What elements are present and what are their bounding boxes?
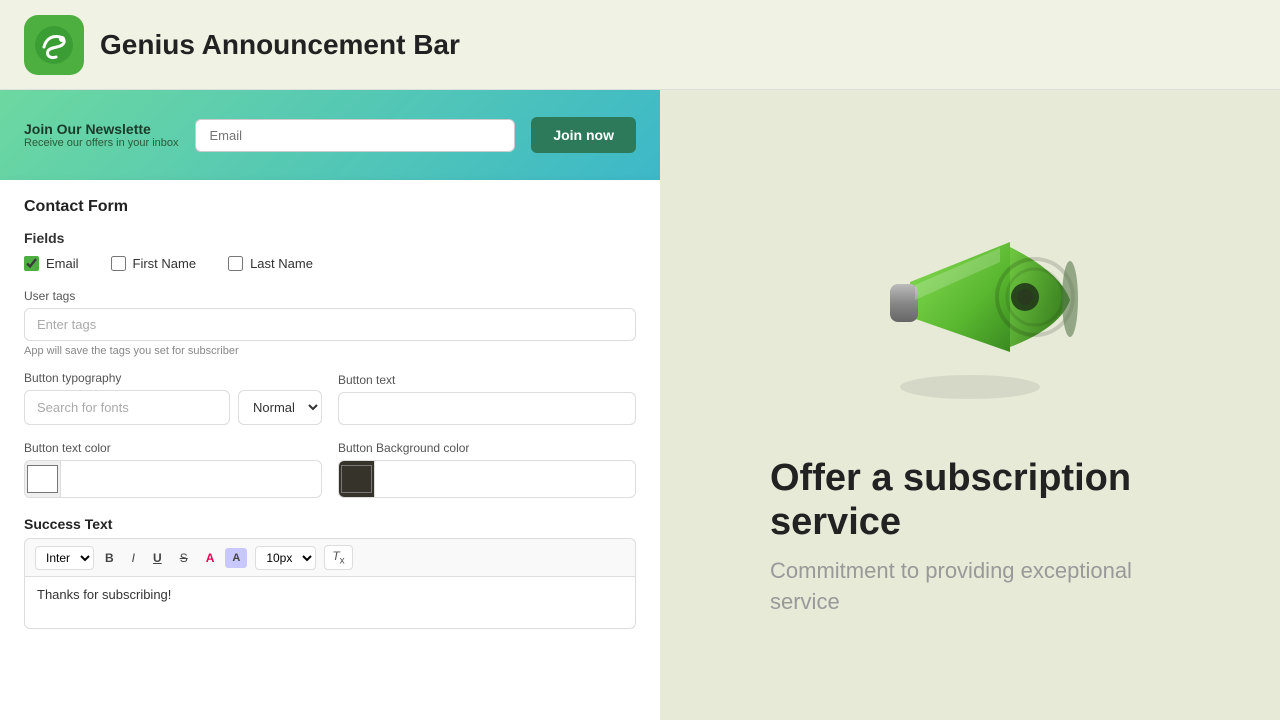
user-tags-hint: App will save the tags you set for subsc… — [24, 345, 636, 357]
typography-row: Button typography Normal Bold Light Butt… — [24, 371, 636, 425]
megaphone-container — [860, 192, 1080, 417]
text-color-input[interactable]: #fff — [61, 464, 321, 495]
announcement-text-block: Join Our Newslette Receive our offers in… — [24, 121, 179, 149]
checkbox-firstname[interactable]: First Name — [111, 256, 197, 271]
left-panel: Join Our Newslette Receive our offers in… — [0, 90, 660, 720]
font-color-button[interactable]: A — [199, 547, 222, 569]
checkbox-email[interactable]: Email — [24, 256, 79, 271]
font-search-input[interactable] — [24, 390, 230, 425]
checkbox-lastname[interactable]: Last Name — [228, 256, 313, 271]
user-tags-group: User tags App will save the tags you set… — [24, 289, 636, 357]
logo-icon — [34, 25, 74, 65]
checkboxes-row: Email First Name Last Name — [24, 256, 636, 271]
user-tags-label: User tags — [24, 289, 636, 303]
firstname-checkbox-label: First Name — [133, 256, 197, 271]
form-panel: Contact Form Fields Email First Name Las… — [0, 180, 660, 720]
text-color-wrapper: #fff — [24, 460, 322, 498]
bg-color-swatch[interactable] — [339, 461, 375, 497]
join-now-button[interactable]: Join now — [531, 117, 636, 153]
italic-button[interactable]: I — [125, 547, 142, 569]
promo-subtext: Commitment to providing exceptional serv… — [770, 556, 1170, 618]
right-panel: Offer a subscription service Commitment … — [660, 90, 1280, 720]
user-tags-input[interactable] — [24, 308, 636, 341]
button-text-color-label: Button text color — [24, 441, 322, 455]
font-weight-select[interactable]: Normal Bold Light — [238, 390, 322, 425]
bold-button[interactable]: B — [98, 547, 121, 569]
bg-color-input[interactable]: #36332b — [375, 464, 635, 495]
button-typography-group: Button typography Normal Bold Light — [24, 371, 322, 425]
success-toolbar: Inter B I U S A A 10px 12px 14px Tx — [24, 538, 636, 577]
fields-label: Fields — [24, 230, 636, 246]
button-typography-label: Button typography — [24, 371, 322, 385]
strikethrough-button[interactable]: S — [173, 547, 195, 569]
typography-inputs: Normal Bold Light — [24, 390, 322, 425]
success-text-label: Success Text — [24, 516, 636, 532]
button-text-input[interactable]: Subscriber — [338, 392, 636, 425]
lastname-checkbox-label: Last Name — [250, 256, 313, 271]
promo-text-block: Offer a subscription service Commitment … — [770, 457, 1170, 618]
button-text-label: Button text — [338, 373, 636, 387]
color-row: Button text color #fff Button Background… — [24, 441, 636, 498]
clear-format-button[interactable]: Tx — [324, 545, 352, 570]
font-family-select[interactable]: Inter — [35, 546, 94, 570]
firstname-checkbox[interactable] — [111, 256, 126, 271]
announcement-subtitle: Receive our offers in your inbox — [24, 137, 179, 149]
underline-button[interactable]: U — [146, 547, 169, 569]
app-title: Genius Announcement Bar — [100, 29, 460, 61]
font-size-select[interactable]: 10px 12px 14px — [255, 546, 316, 570]
app-logo — [24, 15, 84, 75]
announcement-title: Join Our Newslette — [24, 121, 179, 137]
button-bg-color-group: Button Background color #36332b — [338, 441, 636, 498]
main-content: Join Our Newslette Receive our offers in… — [0, 90, 1280, 720]
success-text-textarea[interactable]: Thanks for subscribing! — [24, 577, 636, 629]
text-color-swatch[interactable] — [25, 461, 61, 497]
font-highlight-button[interactable]: A — [225, 548, 247, 568]
email-input-preview[interactable] — [195, 119, 516, 152]
form-section-title: Contact Form — [24, 198, 636, 216]
lastname-checkbox[interactable] — [228, 256, 243, 271]
email-checkbox-label: Email — [46, 256, 79, 271]
success-text-section: Success Text Inter B I U S A A 10px 12px… — [24, 516, 636, 634]
button-text-color-group: Button text color #fff — [24, 441, 322, 498]
bg-color-wrapper: #36332b — [338, 460, 636, 498]
promo-heading: Offer a subscription service — [770, 457, 1170, 544]
megaphone-illustration — [860, 192, 1080, 412]
app-header: Genius Announcement Bar — [0, 0, 1280, 90]
button-bg-color-label: Button Background color — [338, 441, 636, 455]
announcement-bar-preview: Join Our Newslette Receive our offers in… — [0, 90, 660, 180]
email-checkbox[interactable] — [24, 256, 39, 271]
button-text-group: Button text Subscriber — [338, 373, 636, 425]
